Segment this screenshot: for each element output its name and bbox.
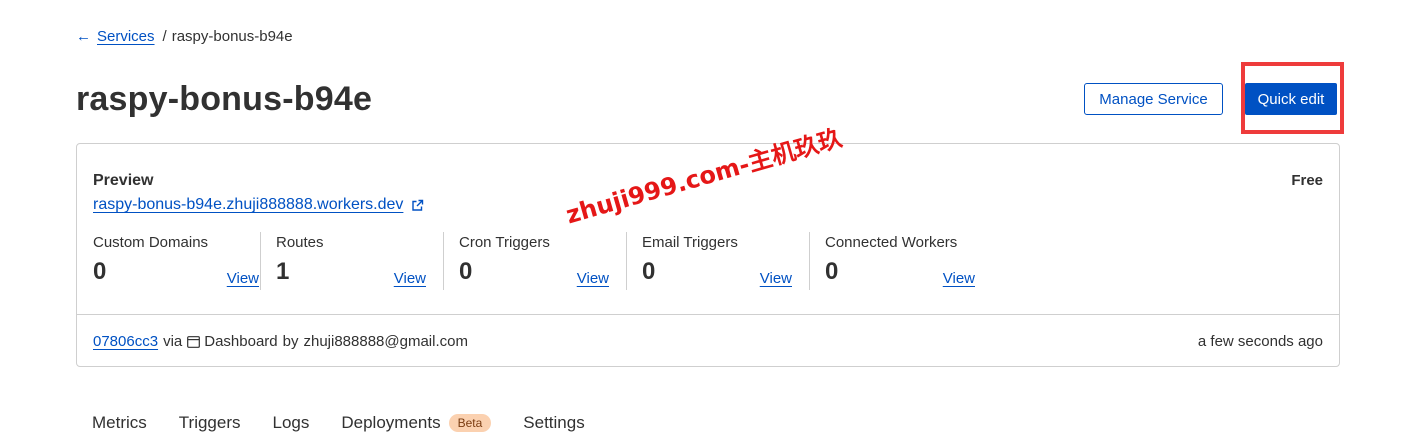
stat-cron-triggers: Cron Triggers 0 View [443, 232, 609, 290]
beta-badge: Beta [448, 414, 492, 432]
stat-connected-workers: Connected Workers 0 View [809, 232, 975, 290]
external-link-icon [412, 199, 424, 211]
by-text: by [282, 333, 299, 350]
preview-label: Preview [93, 172, 154, 189]
custom-domains-view-link[interactable]: View [227, 270, 259, 287]
browser-window-icon [187, 335, 201, 348]
connected-workers-view-link[interactable]: View [943, 270, 975, 287]
tab-deployments[interactable]: Deployments Beta [341, 413, 492, 433]
commit-link[interactable]: 07806cc3 [93, 333, 158, 350]
stat-label: Custom Domains [93, 234, 209, 251]
breadcrumb-services-link[interactable]: Services [97, 28, 155, 45]
tab-logs[interactable]: Logs [273, 413, 310, 433]
tab-settings[interactable]: Settings [523, 413, 584, 433]
deployment-footer: 07806cc3 via Dashboard by zhuji888888@gm… [77, 314, 1339, 369]
routes-view-link[interactable]: View [394, 270, 426, 287]
stat-routes: Routes 1 View [260, 232, 426, 290]
source-text: Dashboard [204, 333, 278, 350]
email-triggers-view-link[interactable]: View [760, 270, 792, 287]
cron-triggers-view-link[interactable]: View [577, 270, 609, 287]
breadcrumb-separator: / [162, 28, 167, 45]
preview-url-link[interactable]: raspy-bonus-b94e.zhuji888888.workers.dev [93, 196, 424, 214]
stat-value: 0 [459, 258, 473, 285]
author-email: zhuji888888@gmail.com [303, 333, 468, 350]
arrow-left-icon[interactable]: ← [76, 28, 91, 45]
via-text: via [163, 333, 183, 350]
stat-email-triggers: Email Triggers 0 View [626, 232, 792, 290]
breadcrumb-current: raspy-bonus-b94e [171, 28, 293, 45]
manage-service-button[interactable]: Manage Service [1084, 83, 1223, 115]
page-title: raspy-bonus-b94e [76, 80, 373, 118]
service-tabs: Metrics Triggers Logs Deployments Beta S… [92, 413, 617, 433]
stat-label: Routes [276, 234, 324, 251]
deployment-time: a few seconds ago [1197, 333, 1323, 350]
stat-label: Email Triggers [642, 234, 738, 251]
preview-url-text: raspy-bonus-b94e.zhuji888888.workers.dev [93, 196, 404, 213]
plan-label: Free [1291, 172, 1323, 189]
stat-value: 0 [642, 258, 656, 285]
tab-metrics[interactable]: Metrics [92, 413, 147, 433]
quick-edit-button[interactable]: Quick edit [1245, 83, 1337, 115]
stat-label: Connected Workers [825, 234, 958, 251]
tab-deployments-label: Deployments [341, 413, 441, 432]
stat-custom-domains: Custom Domains 0 View [93, 232, 259, 290]
tab-triggers[interactable]: Triggers [179, 413, 241, 433]
deployment-info: 07806cc3 via Dashboard by zhuji888888@gm… [93, 333, 468, 350]
stat-value: 0 [825, 258, 839, 285]
breadcrumb: ← Services / raspy-bonus-b94e [76, 28, 293, 45]
stat-label: Cron Triggers [459, 234, 550, 251]
stat-value: 1 [276, 258, 290, 285]
stat-value: 0 [93, 258, 107, 285]
